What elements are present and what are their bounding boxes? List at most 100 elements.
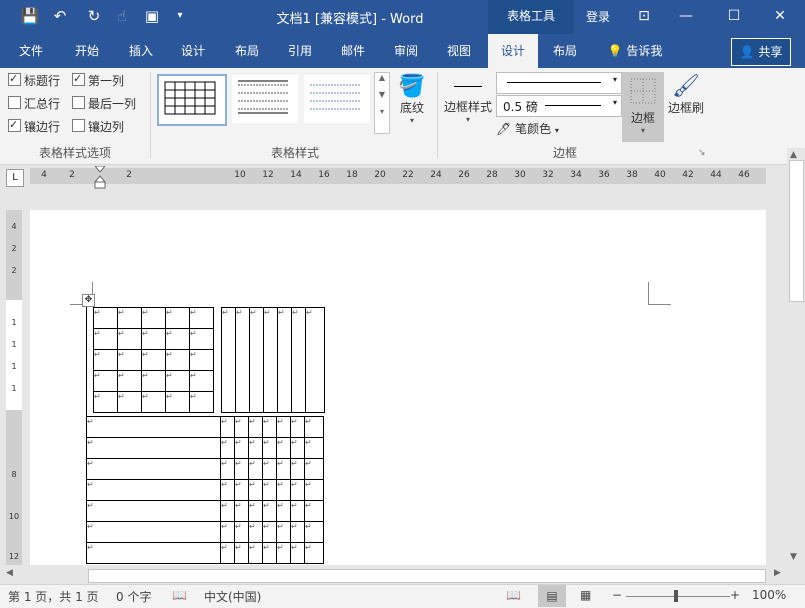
shading-button[interactable]: 🪣 底纹 ▾ — [394, 74, 430, 125]
table-cell[interactable]: ↵ — [304, 521, 324, 543]
table-cell[interactable]: ↵ — [304, 479, 324, 501]
checkbox-banded-rows[interactable]: 镶边行 — [8, 116, 60, 136]
table-cell[interactable]: ↵ — [117, 328, 142, 350]
tab-table-layout[interactable]: 布局 — [540, 34, 590, 68]
table-cell[interactable]: ↵ — [93, 370, 118, 392]
table-cell[interactable]: ↵ — [141, 349, 166, 371]
table-cell[interactable]: ↵ — [86, 542, 221, 564]
table-cell[interactable]: ↵ — [248, 500, 263, 522]
table-cell[interactable]: ↵ — [305, 307, 325, 413]
minimize-icon[interactable]: — — [666, 0, 706, 32]
table-top-right[interactable]: ↵ ↵ ↵ ↵ ↵ ↵ ↵ — [221, 307, 325, 413]
table-cell[interactable]: ↵ — [189, 328, 214, 350]
tab-design[interactable]: 设计 — [170, 34, 216, 68]
table-cell[interactable]: ↵ — [304, 437, 324, 459]
table-cell[interactable]: ↵ — [276, 500, 291, 522]
table-cell[interactable]: ↵ — [165, 328, 190, 350]
gallery-up-icon[interactable]: ▲ — [375, 73, 389, 82]
indent-marker[interactable] — [93, 165, 107, 190]
table-cell[interactable]: ↵ — [234, 500, 249, 522]
print-layout-icon[interactable]: ▤ — [538, 585, 566, 607]
table-cell[interactable]: ↵ — [234, 416, 249, 438]
table-cell[interactable]: ↵ — [248, 479, 263, 501]
tab-home[interactable]: 开始 — [64, 34, 110, 68]
table-cell[interactable]: ↵ — [304, 542, 324, 564]
line-style-dropdown[interactable]: ▾ — [496, 72, 622, 94]
table-cell[interactable]: ↵ — [220, 500, 235, 522]
table-cell[interactable]: ↵ — [220, 458, 235, 480]
table-cell[interactable]: ↵ — [189, 349, 214, 371]
proofing-icon[interactable]: 📖 — [172, 588, 187, 602]
scroll-up-icon[interactable]: ▲ — [790, 150, 797, 160]
table-cell[interactable]: ↵ — [290, 479, 305, 501]
close-icon[interactable]: ✕ — [760, 0, 800, 32]
table-cell[interactable]: ↵ — [117, 370, 142, 392]
table-cell[interactable]: ↵ — [276, 521, 291, 543]
table-cell[interactable]: ↵ — [221, 307, 236, 413]
table-cell[interactable]: ↵ — [165, 307, 190, 329]
table-cell[interactable]: ↵ — [276, 458, 291, 480]
table-cell[interactable]: ↵ — [276, 479, 291, 501]
table-cell[interactable]: ↵ — [86, 479, 221, 501]
table-cell[interactable]: ↵ — [93, 349, 118, 371]
table-cell[interactable]: ↵ — [262, 479, 277, 501]
save-icon[interactable]: 💾 — [20, 6, 40, 26]
tell-me-box[interactable]: 💡 告诉我 — [600, 34, 670, 68]
table-cell[interactable]: ↵ — [248, 437, 263, 459]
table-cell[interactable]: ↵ — [248, 458, 263, 480]
table-cell[interactable]: ↵ — [248, 521, 263, 543]
zoom-level[interactable]: 100% — [752, 588, 786, 602]
tab-table-design[interactable]: 设计 — [488, 34, 538, 68]
read-mode-icon[interactable]: 📖 — [506, 588, 521, 602]
table-cell[interactable]: ↵ — [141, 307, 166, 329]
table-cell[interactable]: ↵ — [117, 307, 142, 329]
table-top-left[interactable]: ↵ ↵ ↵ ↵ ↵ ↵ ↵ ↵ ↵ ↵ ↵ ↵ ↵ ↵ ↵ ↵ ↵ ↵ ↵ ↵ ↵ ↵ ↵ ↵ ↵ — [93, 307, 214, 413]
table-cell[interactable]: ↵ — [93, 328, 118, 350]
table-cell[interactable]: ↵ — [277, 307, 292, 413]
vertical-scroll-thumb[interactable] — [789, 160, 804, 302]
table-cell[interactable]: ↵ — [290, 458, 305, 480]
table-cell[interactable]: ↵ — [262, 542, 277, 564]
scroll-left-icon[interactable]: ◀ — [6, 568, 13, 578]
tab-mailings[interactable]: 邮件 — [330, 34, 376, 68]
table-move-handle-icon[interactable]: ✥ — [82, 294, 95, 307]
table-cell[interactable]: ↵ — [141, 370, 166, 392]
maximize-icon[interactable]: ☐ — [714, 0, 754, 32]
table-cell[interactable]: ↵ — [262, 521, 277, 543]
table-cell[interactable]: ↵ — [290, 416, 305, 438]
login-link[interactable]: 登录 — [586, 8, 610, 25]
table-cell[interactable]: ↵ — [220, 479, 235, 501]
table-cell[interactable]: ↵ — [165, 349, 190, 371]
table-cell[interactable]: ↵ — [290, 542, 305, 564]
checkbox-first-column[interactable]: 第一列 — [72, 70, 124, 90]
table-cell[interactable]: ↵ — [262, 437, 277, 459]
table-cell[interactable]: ↵ — [141, 391, 166, 413]
tab-insert[interactable]: 插入 — [118, 34, 164, 68]
language[interactable]: 中文(中国) — [204, 588, 261, 605]
table-cell[interactable]: ↵ — [234, 437, 249, 459]
checkbox-header-row[interactable]: 标题行 — [8, 70, 60, 90]
table-cell[interactable]: ↵ — [249, 307, 264, 413]
table-cell[interactable]: ↵ — [86, 500, 221, 522]
border-painter-button[interactable]: 🖌 边框刷 — [666, 74, 706, 116]
table-cell[interactable]: ↵ — [290, 521, 305, 543]
tab-view[interactable]: 视图 — [436, 34, 482, 68]
scroll-right-icon[interactable]: ▶ — [774, 568, 781, 578]
table-cell[interactable]: ↵ — [262, 500, 277, 522]
horizontal-scroll-thumb[interactable] — [88, 569, 766, 583]
print-preview-icon[interactable]: ▣ — [142, 6, 162, 26]
table-cell[interactable]: ↵ — [220, 521, 235, 543]
table-cell[interactable]: ↵ — [86, 521, 221, 543]
table-cell[interactable]: ↵ — [86, 458, 221, 480]
word-count[interactable]: 0 个字 — [116, 588, 151, 605]
table-style-plain-2[interactable] — [303, 74, 371, 124]
table-cell[interactable]: ↵ — [276, 416, 291, 438]
zoom-out-icon[interactable]: − — [612, 588, 622, 602]
table-cell[interactable]: ↵ — [93, 307, 118, 329]
table-cell[interactable]: ↵ — [141, 328, 166, 350]
checkbox-total-row[interactable]: 汇总行 — [8, 95, 60, 113]
table-cell[interactable]: ↵ — [189, 370, 214, 392]
border-styles-button[interactable]: 边框样式 ▾ — [442, 74, 494, 124]
table-style-plain-1[interactable] — [231, 74, 299, 124]
web-layout-icon[interactable]: ▦ — [580, 588, 591, 602]
